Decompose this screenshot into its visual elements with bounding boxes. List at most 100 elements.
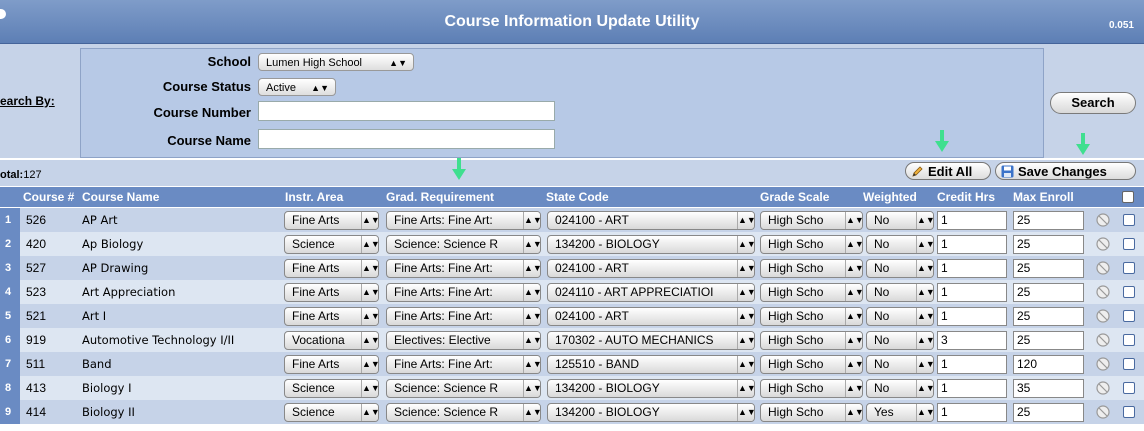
grad-requirement-select[interactable]: Science: Science R ▲▼: [386, 235, 541, 254]
weighted-select[interactable]: No ▲▼: [866, 283, 934, 302]
grad-requirement-select[interactable]: Fine Arts: Fine Art: ▲▼: [386, 307, 541, 326]
col-instr-area[interactable]: Instr. Area: [282, 187, 343, 207]
no-entry-icon[interactable]: [1096, 381, 1110, 395]
weighted-select[interactable]: No ▲▼: [866, 379, 934, 398]
weighted-select[interactable]: No ▲▼: [866, 259, 934, 278]
grade-scale-select[interactable]: High Scho ▲▼: [760, 355, 863, 374]
credit-hrs-input[interactable]: 3: [937, 331, 1007, 350]
grad-requirement-select[interactable]: Science: Science R ▲▼: [386, 403, 541, 422]
grad-requirement-select[interactable]: Science: Science R ▲▼: [386, 379, 541, 398]
col-state-code[interactable]: State Code: [543, 187, 609, 207]
row-checkbox[interactable]: [1123, 214, 1135, 226]
max-enroll-input[interactable]: 25: [1013, 331, 1084, 350]
grade-scale-select[interactable]: High Scho ▲▼: [760, 403, 863, 422]
credit-hrs-input[interactable]: 1: [937, 403, 1007, 422]
col-grad-requirement[interactable]: Grad. Requirement: [383, 187, 494, 207]
school-select[interactable]: Lumen High School ▲▼: [258, 53, 414, 71]
grade-scale-select[interactable]: High Scho ▲▼: [760, 307, 863, 326]
credit-hrs-input[interactable]: 1: [937, 355, 1007, 374]
credit-hrs-input[interactable]: 1: [937, 235, 1007, 254]
instr-area-select[interactable]: Fine Arts ▲▼: [284, 259, 379, 278]
instr-area-select[interactable]: Science ▲▼: [284, 235, 379, 254]
instr-area-select[interactable]: Vocationa ▲▼: [284, 331, 379, 350]
no-entry-icon[interactable]: [1096, 237, 1110, 251]
state-code-select[interactable]: 134200 - BIOLOGY ▲▼: [547, 403, 755, 422]
instr-area-select[interactable]: Fine Arts ▲▼: [284, 211, 379, 230]
row-checkbox[interactable]: [1123, 382, 1135, 394]
weighted-select[interactable]: No ▲▼: [866, 355, 934, 374]
max-enroll-input[interactable]: 25: [1013, 307, 1084, 326]
credit-hrs-input[interactable]: 1: [937, 259, 1007, 278]
max-enroll-input[interactable]: 25: [1013, 211, 1084, 230]
row-checkbox[interactable]: [1123, 286, 1135, 298]
no-entry-icon[interactable]: [1096, 213, 1110, 227]
no-entry-icon[interactable]: [1096, 357, 1110, 371]
state-code-select[interactable]: 170302 - AUTO MECHANICS ▲▼: [547, 331, 755, 350]
row-checkbox[interactable]: [1123, 358, 1135, 370]
max-enroll-input[interactable]: 25: [1013, 235, 1084, 254]
weighted-select[interactable]: No ▲▼: [866, 331, 934, 350]
max-enroll-input[interactable]: 25: [1013, 403, 1084, 422]
row-checkbox[interactable]: [1123, 262, 1135, 274]
instr-area-select[interactable]: Science ▲▼: [284, 403, 379, 422]
col-credit-hrs[interactable]: Credit Hrs: [934, 187, 995, 207]
col-weighted[interactable]: Weighted: [860, 187, 917, 207]
max-enroll-input[interactable]: 120: [1013, 355, 1084, 374]
col-course-number[interactable]: Course #: [20, 187, 74, 207]
edit-all-button[interactable]: Edit All: [905, 162, 991, 180]
state-code-select[interactable]: 024110 - ART APPRECIATIOI ▲▼: [547, 283, 755, 302]
credit-hrs-input[interactable]: 1: [937, 211, 1007, 230]
select-all-checkbox[interactable]: [1122, 191, 1134, 203]
instr-area-select[interactable]: Fine Arts ▲▼: [284, 307, 379, 326]
grade-scale-select[interactable]: High Scho ▲▼: [760, 211, 863, 230]
no-entry-icon[interactable]: [1096, 309, 1110, 323]
state-code-select[interactable]: 024100 - ART ▲▼: [547, 211, 755, 230]
grad-requirement-select[interactable]: Electives: Elective ▲▼: [386, 331, 541, 350]
credit-hrs-input[interactable]: 1: [937, 283, 1007, 302]
credit-hrs-input[interactable]: 1: [937, 307, 1007, 326]
grad-requirement-select[interactable]: Fine Arts: Fine Art: ▲▼: [386, 283, 541, 302]
grade-scale-select[interactable]: High Scho ▲▼: [760, 331, 863, 350]
weighted-select[interactable]: No ▲▼: [866, 307, 934, 326]
no-entry-icon[interactable]: [1096, 405, 1110, 419]
grade-scale-select[interactable]: High Scho ▲▼: [760, 283, 863, 302]
weighted-select[interactable]: Yes ▲▼: [866, 403, 934, 422]
col-course-name[interactable]: Course Name: [79, 187, 159, 207]
grad-requirement-select-value: Fine Arts: Fine Art:: [394, 285, 493, 299]
grade-scale-select[interactable]: High Scho ▲▼: [760, 379, 863, 398]
save-changes-button[interactable]: Save Changes: [995, 162, 1136, 180]
state-code-select[interactable]: 024100 - ART ▲▼: [547, 307, 755, 326]
col-max-enroll[interactable]: Max Enroll: [1010, 187, 1074, 207]
table-row: 6 919 Automotive Technology I/II Vocationa ▲…: [0, 328, 1144, 352]
no-entry-icon[interactable]: [1096, 261, 1110, 275]
state-code-select[interactable]: 125510 - BAND ▲▼: [547, 355, 755, 374]
search-button[interactable]: Search: [1050, 92, 1136, 114]
max-enroll-input[interactable]: 25: [1013, 259, 1084, 278]
row-checkbox[interactable]: [1123, 310, 1135, 322]
no-entry-icon[interactable]: [1096, 333, 1110, 347]
grad-requirement-select[interactable]: Fine Arts: Fine Art: ▲▼: [386, 211, 541, 230]
max-enroll-input[interactable]: 25: [1013, 283, 1084, 302]
state-code-select[interactable]: 024100 - ART ▲▼: [547, 259, 755, 278]
row-checkbox[interactable]: [1123, 334, 1135, 346]
grade-scale-select[interactable]: High Scho ▲▼: [760, 259, 863, 278]
grad-requirement-select[interactable]: Fine Arts: Fine Art: ▲▼: [386, 355, 541, 374]
course-number-input[interactable]: [258, 101, 555, 121]
row-checkbox[interactable]: [1123, 238, 1135, 250]
state-code-select[interactable]: 134200 - BIOLOGY ▲▼: [547, 235, 755, 254]
weighted-select[interactable]: No ▲▼: [866, 211, 934, 230]
instr-area-select[interactable]: Fine Arts ▲▼: [284, 283, 379, 302]
col-grade-scale[interactable]: Grade Scale: [757, 187, 829, 207]
max-enroll-input[interactable]: 35: [1013, 379, 1084, 398]
no-entry-icon[interactable]: [1096, 285, 1110, 299]
instr-area-select[interactable]: Science ▲▼: [284, 379, 379, 398]
state-code-select[interactable]: 134200 - BIOLOGY ▲▼: [547, 379, 755, 398]
row-checkbox[interactable]: [1123, 406, 1135, 418]
course-status-select[interactable]: Active ▲▼: [258, 78, 336, 96]
weighted-select[interactable]: No ▲▼: [866, 235, 934, 254]
credit-hrs-input[interactable]: 1: [937, 379, 1007, 398]
grad-requirement-select[interactable]: Fine Arts: Fine Art: ▲▼: [386, 259, 541, 278]
instr-area-select[interactable]: Fine Arts ▲▼: [284, 355, 379, 374]
course-name-input[interactable]: [258, 129, 555, 149]
grade-scale-select[interactable]: High Scho ▲▼: [760, 235, 863, 254]
